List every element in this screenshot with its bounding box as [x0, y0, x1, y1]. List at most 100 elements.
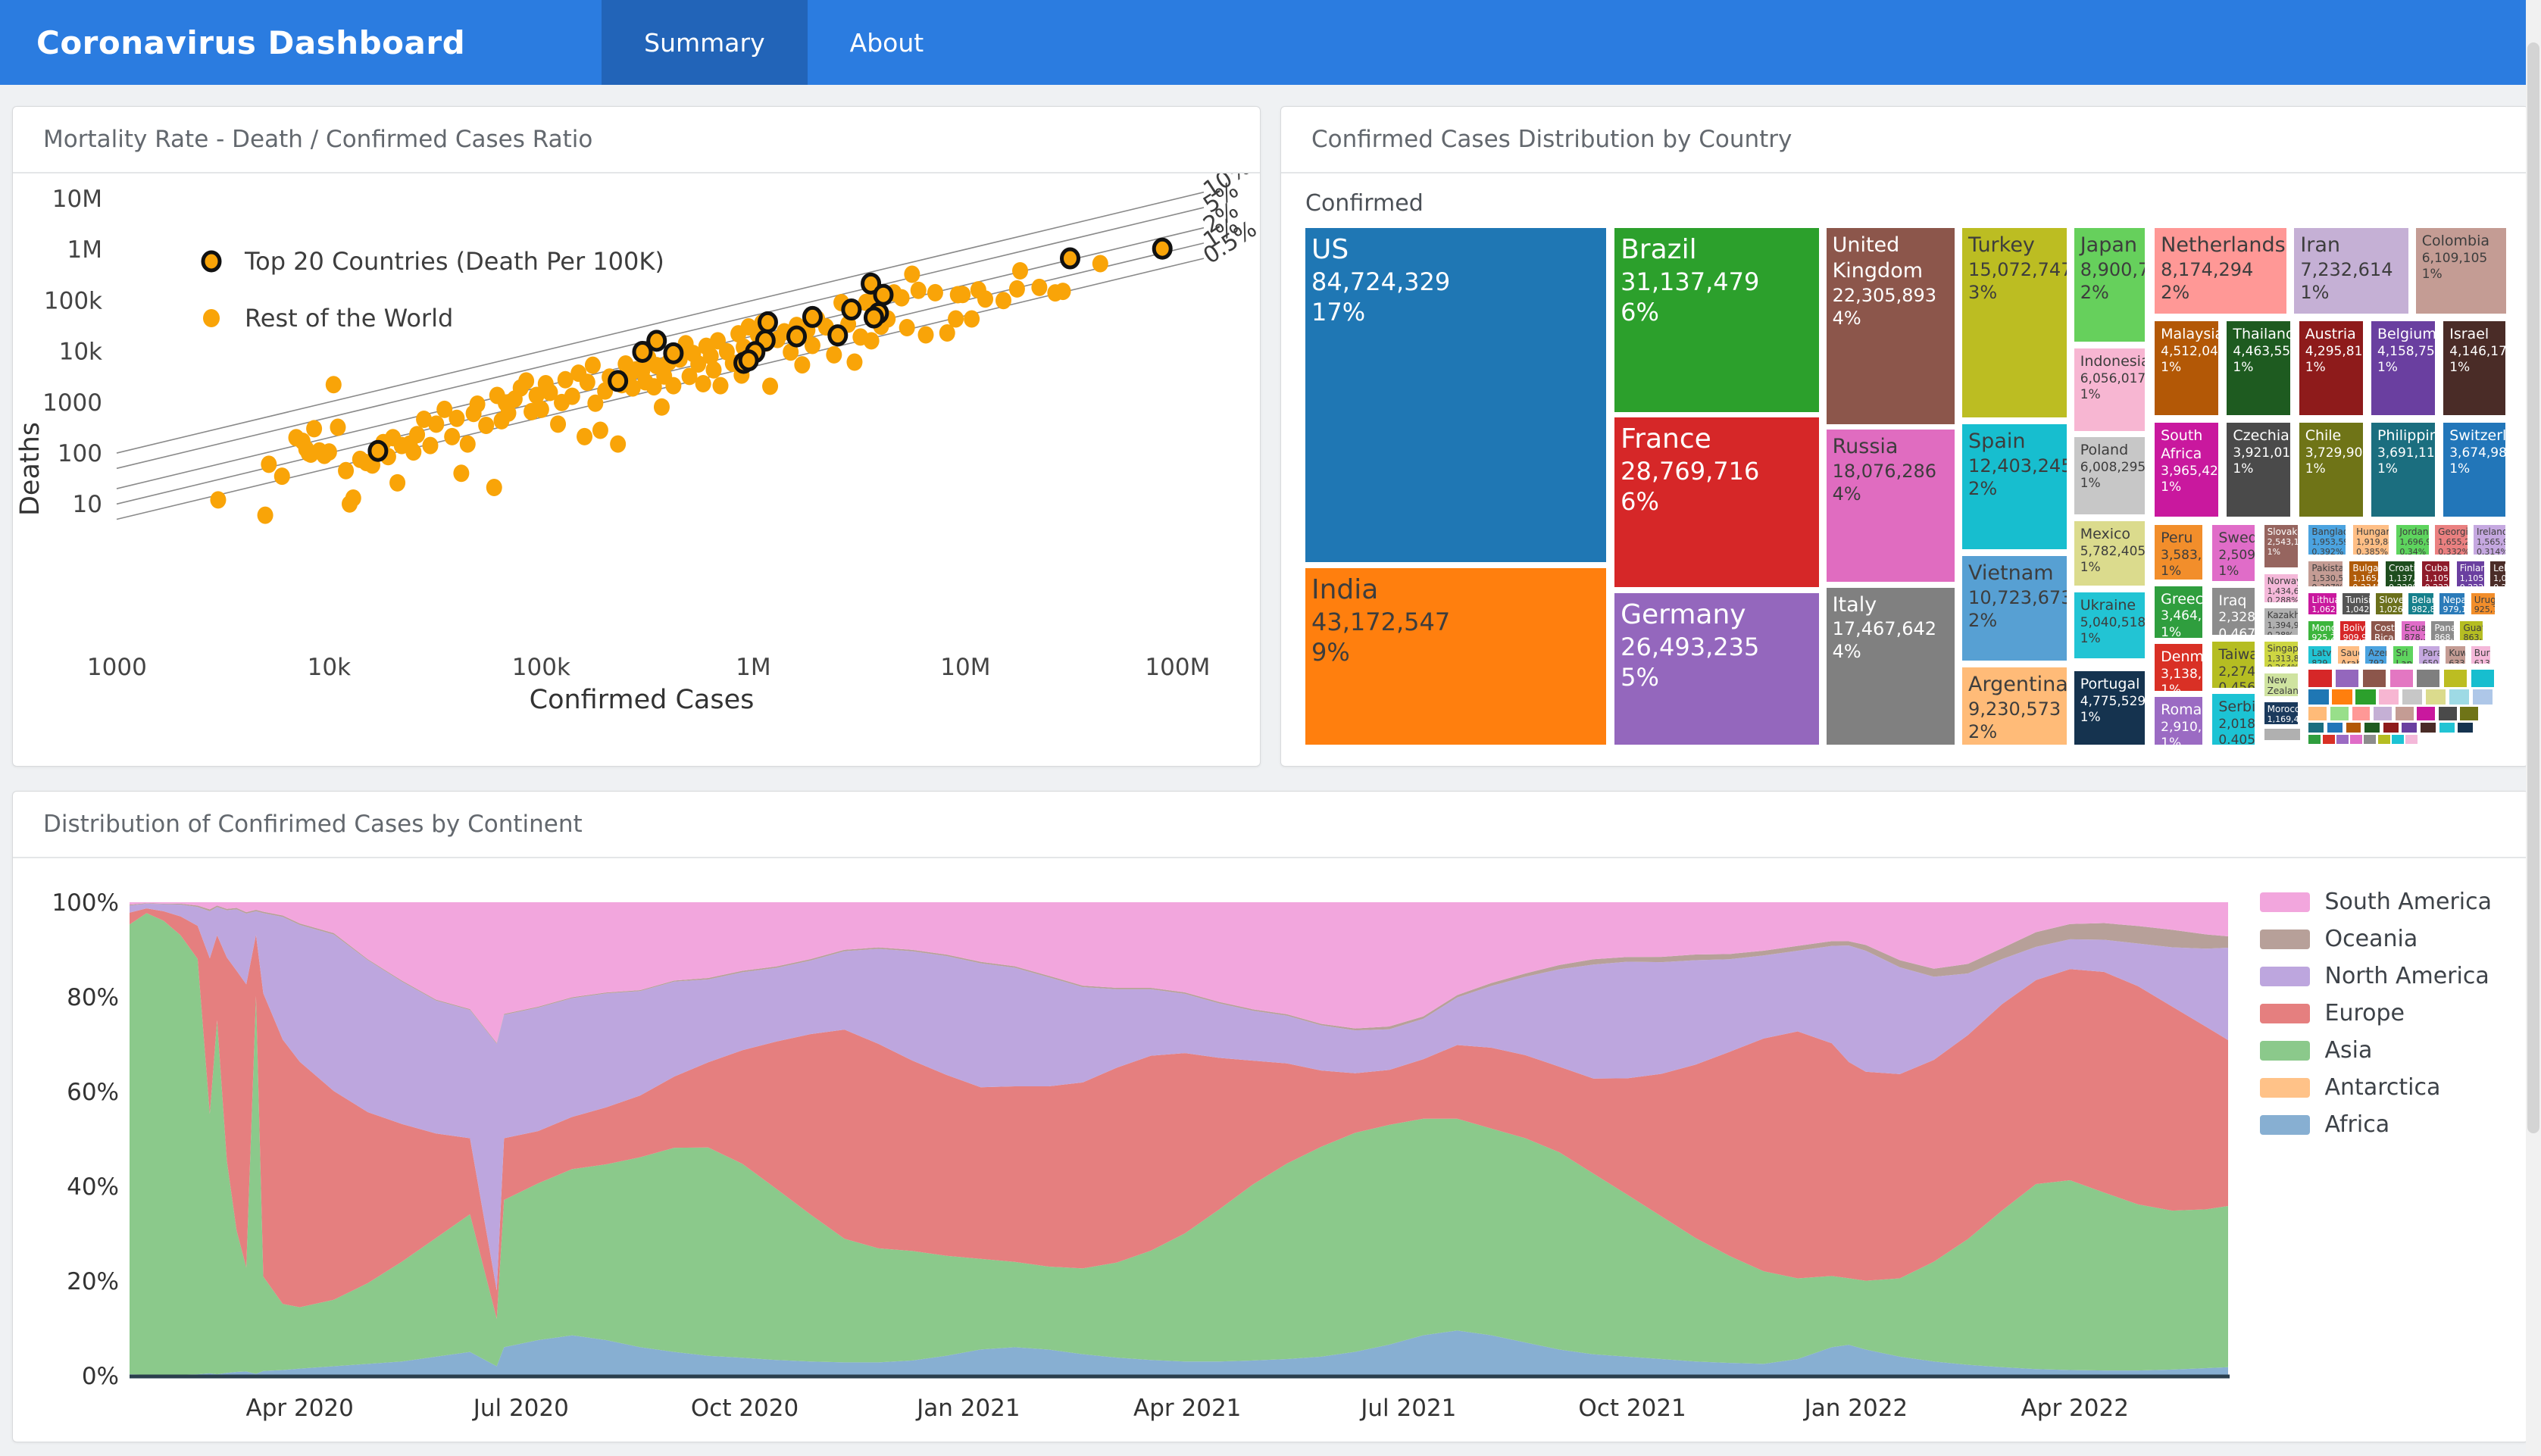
scatter-point-rest[interactable] [1092, 255, 1108, 273]
scatter-point-rest[interactable] [964, 311, 980, 328]
treemap-cell-small[interactable] [2458, 723, 2473, 733]
treemap-cell-greece[interactable]: Greece3,464,6661% [2155, 586, 2202, 638]
scatter-point-rest[interactable] [550, 415, 566, 433]
scatter-point-rest[interactable] [585, 357, 601, 374]
scatter-point-rest[interactable] [330, 419, 345, 436]
treemap-cell-uruguay[interactable]: Uruguay925,7770.186% [2471, 593, 2495, 614]
scatter-point-top20[interactable] [875, 286, 892, 304]
scatter-point-top20[interactable] [740, 352, 757, 370]
treemap-cell-small[interactable] [2264, 729, 2301, 739]
area-chart-legend[interactable]: South AmericaOceaniaNorth AmericaEuropeA… [2260, 889, 2492, 1148]
scatter-point-rest[interactable] [409, 426, 425, 443]
treemap-cell-small[interactable] [2374, 707, 2392, 720]
scatter-point-rest[interactable] [564, 388, 580, 405]
treemap-cell-sweden[interactable]: Sweden2,509,3661% [2212, 525, 2254, 581]
treemap-cell-bulgaria[interactable]: Bulgaria1,165,7270.234% [2349, 561, 2378, 586]
treemap-cell-turkey[interactable]: Turkey15,072,7473% [1962, 228, 2067, 417]
treemap-cell-small[interactable] [2327, 723, 2343, 733]
treemap-cell-austria[interactable]: Austria4,295,8181% [2299, 321, 2363, 414]
treemap-cell-finland[interactable]: Finland1,105,2110.222% [2457, 561, 2484, 586]
scatter-point-rest[interactable] [904, 266, 920, 283]
treemap-cell-nepal[interactable]: Nepal979,1820.196% [2439, 593, 2464, 614]
scatter-point-rest[interactable] [405, 443, 421, 461]
treemap-cell-small[interactable] [2390, 670, 2413, 687]
scatter-point-rest[interactable] [486, 479, 502, 496]
scatter-point-rest[interactable] [592, 421, 608, 439]
treemap-cell-small[interactable] [2473, 689, 2493, 705]
treemap-cell-romania[interactable]: Romania2,910,0811% [2155, 697, 2202, 745]
treemap-cell-small[interactable] [2330, 707, 2349, 720]
treemap-cell-lithuania[interactable]: Lithuania1,062,9500.213% [2308, 593, 2336, 614]
treemap-cell-germany[interactable]: Germany26,493,2355% [1614, 593, 1819, 745]
treemap-cell-chile[interactable]: Chile3,729,9061% [2299, 423, 2363, 517]
treemap-cell-israel[interactable]: Israel4,146,1761% [2443, 321, 2505, 414]
treemap-cell-poland[interactable]: Poland6,008,2951% [2074, 437, 2145, 514]
treemap-cell-small[interactable] [2308, 670, 2331, 687]
treemap-cell-france[interactable]: France28,769,7166% [1614, 417, 1819, 587]
treemap-cell-mongolia[interactable]: Mongolia925,2270.186% [2308, 621, 2333, 641]
scatter-point-rest[interactable] [453, 464, 469, 482]
scatter-point-rest[interactable] [846, 354, 862, 371]
treemap-cell-small[interactable] [2352, 707, 2371, 720]
treemap-cell-iran[interactable]: Iran7,232,6141% [2294, 228, 2408, 314]
treemap-cell-pakistan[interactable]: Pakistan1,530,5560.307% [2308, 561, 2342, 586]
treemap-cell-bolivia[interactable]: Bolivia909,9190.183% [2340, 621, 2365, 641]
scatter-point-top20[interactable] [830, 327, 846, 345]
treemap-cell-small[interactable] [2364, 723, 2380, 733]
treemap-cell-georgia[interactable]: Georgia1,655,2210.332% [2435, 525, 2468, 555]
scatter-point-rest[interactable] [428, 415, 444, 433]
treemap-cell-burma[interactable]: Burma613,5530.123% [2471, 646, 2490, 664]
treemap-cell-saudi-arabia[interactable]: Saudi Arabia795,0900.159% [2338, 646, 2359, 664]
treemap-cell-morocco[interactable]: Morocco1,169,4820.235% [2264, 702, 2298, 724]
treemap-cell-small[interactable] [2405, 735, 2418, 744]
scatter-point-rest[interactable] [444, 428, 460, 445]
scatter-point-rest[interactable] [261, 455, 277, 473]
treemap-cell-ireland[interactable]: Ireland1,565,9700.314% [2474, 525, 2506, 555]
treemap-cell-small[interactable] [2439, 707, 2457, 720]
scatter-point-top20[interactable] [665, 344, 682, 362]
scatter-point-rest[interactable] [948, 311, 964, 328]
treemap-cell-argentina[interactable]: Argentina9,230,5732% [1962, 667, 2067, 745]
treemap-cell-small[interactable] [2426, 689, 2446, 705]
scatter-point-rest[interactable] [805, 336, 820, 354]
scatter-point-rest[interactable] [864, 332, 880, 349]
scatter-legend-label[interactable]: Top 20 Countries (Death Per 100K) [244, 247, 664, 276]
scatter-point-rest[interactable] [306, 420, 322, 437]
scatter-point-rest[interactable] [927, 284, 943, 302]
scatter-point-rest[interactable] [478, 417, 494, 434]
scatter-point-rest[interactable] [894, 289, 910, 307]
treemap-cell-kazakhstan[interactable]: Kazakhstan1,394,9350.28% [2264, 608, 2298, 635]
scatter-point-rest[interactable] [955, 286, 970, 303]
legend-item-africa[interactable]: Africa [2260, 1111, 2492, 1138]
treemap-cell-lebanon[interactable]: Lebanon1,099,3680.221% [2490, 561, 2505, 586]
treemap-cell-tunisia[interactable]: Tunisia1,042,8720.209% [2343, 593, 2370, 614]
treemap-cell-thailand[interactable]: Thailand4,463,5571% [2227, 321, 2290, 414]
treemap-cell-india[interactable]: India43,172,5479% [1305, 568, 1606, 745]
treemap-cell-small[interactable] [2378, 735, 2390, 744]
treemap-cell-netherlands[interactable]: Netherlands8,174,2942% [2155, 228, 2286, 314]
scatter-point-rest[interactable] [210, 491, 226, 508]
treemap-cell-small[interactable] [2417, 670, 2439, 687]
scatter-point-rest[interactable] [518, 372, 534, 389]
treemap-cell-kuwait[interactable]: Kuwait633,2160.127% [2446, 646, 2464, 664]
treemap-cell-slovakia[interactable]: Slovakia2,543,1601% [2264, 525, 2298, 567]
treemap-cell-small[interactable] [2392, 735, 2404, 744]
scatter-point-rest[interactable] [917, 326, 933, 343]
treemap-cell-norway[interactable]: Norway1,434,6530.288% [2264, 574, 2298, 602]
treemap-cell-iraq[interactable]: Iraq2,328,4980.467% [2212, 588, 2254, 636]
scatter-point-rest[interactable] [449, 410, 464, 427]
treemap-cell-small[interactable] [2449, 689, 2469, 705]
treemap-cell-united-kingdom[interactable]: United Kingdom22,305,8934% [1827, 228, 1955, 424]
mortality-scatter-chart[interactable]: 10%5%2%1%0.5%100010k100k1M10M100M1010010… [13, 173, 1260, 767]
treemap-cell-azerbaijan[interactable]: Azerbaijan792,7650.159% [2365, 646, 2386, 664]
treemap-cell-small[interactable] [2439, 723, 2455, 733]
treemap-cell-portugal[interactable]: Portugal4,775,5291% [2074, 671, 2145, 745]
treemap-cell-small[interactable] [2308, 689, 2328, 705]
treemap-cell-small[interactable] [2363, 670, 2386, 687]
scatter-point-rest[interactable] [665, 377, 681, 395]
scatter-point-top20[interactable] [1061, 249, 1078, 267]
scatter-point-rest[interactable] [654, 398, 670, 416]
scatter-point-rest[interactable] [533, 401, 549, 418]
treemap-cell-latvia[interactable]: Latvia829,1430.166% [2308, 646, 2331, 664]
treemap-cell-small[interactable] [2417, 707, 2435, 720]
